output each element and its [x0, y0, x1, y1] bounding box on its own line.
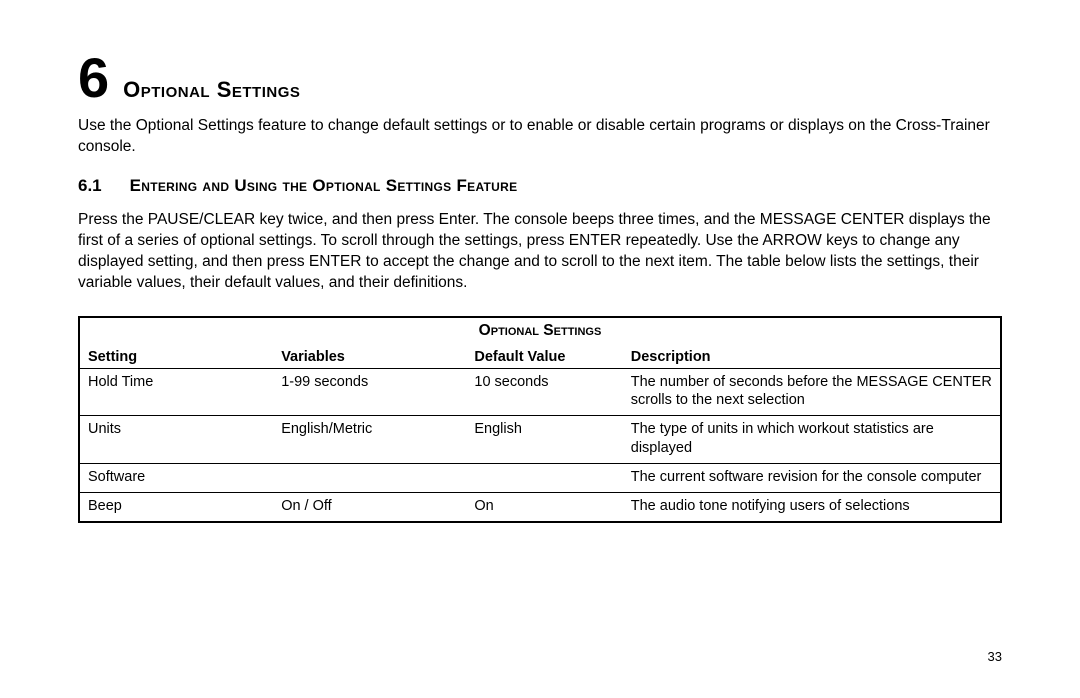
- header-setting: Setting: [80, 346, 273, 369]
- settings-table: Setting Variables Default Value Descript…: [80, 346, 1000, 521]
- table-row: Beep On / Off On The audio tone notifyin…: [80, 492, 1000, 520]
- cell-variables: English/Metric: [273, 416, 466, 464]
- header-default: Default Value: [466, 346, 622, 369]
- cell-default: 10 seconds: [466, 368, 622, 416]
- table-row: Units English/Metric English The type of…: [80, 416, 1000, 464]
- section-title: Entering and Using the Optional Settings…: [130, 176, 518, 196]
- cell-default: On: [466, 492, 622, 520]
- section-body: Press the PAUSE/CLEAR key twice, and the…: [78, 210, 1002, 294]
- chapter-intro: Use the Optional Settings feature to cha…: [78, 116, 1002, 158]
- chapter-header: 6 Optional Settings: [78, 50, 1002, 106]
- table-title: Optional Settings: [80, 318, 1000, 346]
- section-header: 6.1 Entering and Using the Optional Sett…: [78, 176, 1002, 196]
- cell-variables: 1-99 seconds: [273, 368, 466, 416]
- cell-variables: On / Off: [273, 492, 466, 520]
- cell-description: The audio tone notifying users of select…: [623, 492, 1000, 520]
- page-number: 33: [988, 649, 1002, 664]
- cell-default: English: [466, 416, 622, 464]
- cell-setting: Software: [80, 463, 273, 492]
- header-description: Description: [623, 346, 1000, 369]
- cell-default: [466, 463, 622, 492]
- chapter-title: Optional Settings: [123, 77, 300, 103]
- settings-table-container: Optional Settings Setting Variables Defa…: [78, 316, 1002, 523]
- cell-setting: Hold Time: [80, 368, 273, 416]
- chapter-number: 6: [78, 50, 109, 106]
- cell-setting: Beep: [80, 492, 273, 520]
- table-row: Software The current software revision f…: [80, 463, 1000, 492]
- cell-variables: [273, 463, 466, 492]
- cell-description: The current software revision for the co…: [623, 463, 1000, 492]
- cell-description: The type of units in which workout stati…: [623, 416, 1000, 464]
- table-header-row: Setting Variables Default Value Descript…: [80, 346, 1000, 369]
- header-variables: Variables: [273, 346, 466, 369]
- cell-setting: Units: [80, 416, 273, 464]
- section-number: 6.1: [78, 176, 102, 196]
- cell-description: The number of seconds before the MESSAGE…: [623, 368, 1000, 416]
- table-row: Hold Time 1-99 seconds 10 seconds The nu…: [80, 368, 1000, 416]
